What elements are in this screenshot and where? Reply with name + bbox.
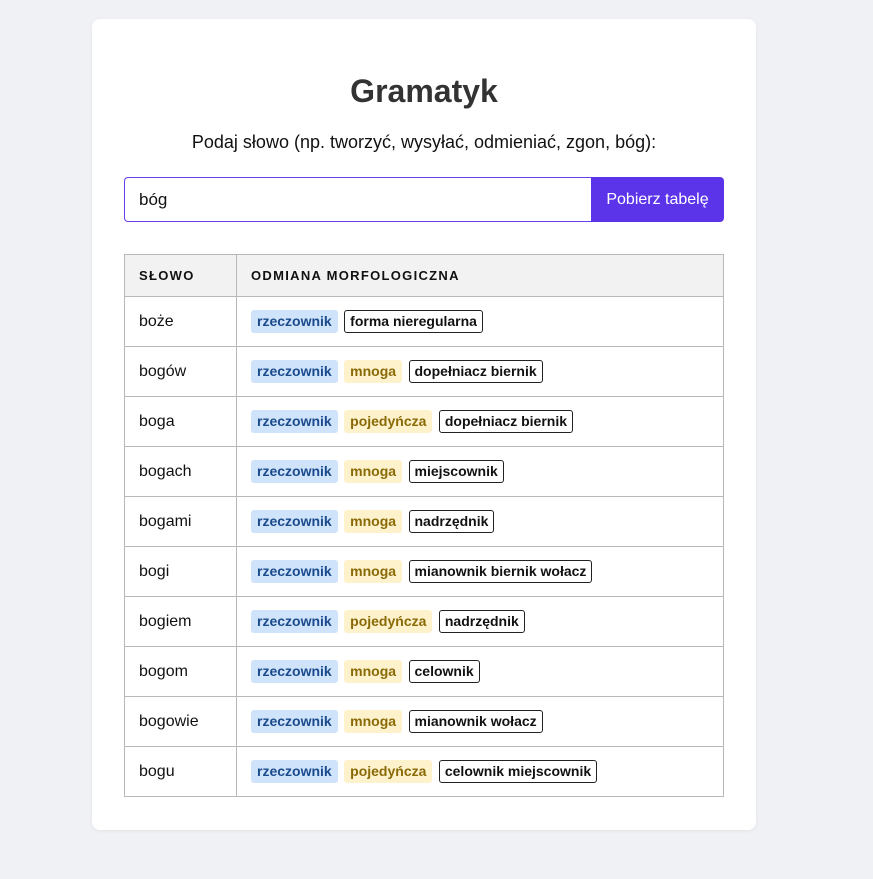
table-body: boże rzeczownik forma nieregularna bogów r… bbox=[124, 296, 724, 797]
search-row: Pobierz tabelę bbox=[124, 177, 724, 222]
pos-tag: rzeczownik bbox=[251, 410, 338, 433]
page-title: Gramatyk bbox=[350, 73, 498, 109]
number-tag: mnoga bbox=[344, 560, 403, 583]
table-row: bogom rzeczownik mnoga celownik bbox=[124, 646, 724, 697]
table-row: boże rzeczownik forma nieregularna bbox=[124, 296, 724, 347]
word-cell: bogu bbox=[124, 746, 237, 797]
number-tag: mnoga bbox=[344, 510, 403, 533]
case-tag: celownik bbox=[408, 660, 480, 683]
table-row: boga rzeczownik pojedyńcza dopełniacz bie… bbox=[124, 396, 724, 447]
number-tag: mnoga bbox=[344, 360, 403, 383]
case-tag: celownik miejscownik bbox=[438, 760, 598, 783]
number-tag: pojedyńcza bbox=[344, 760, 433, 783]
prompt-text: Podaj słowo (np. tworzyć, wysyłać, odmie… bbox=[191, 132, 657, 152]
morphology-cell: rzeczownik pojedyńcza celownik miejscown… bbox=[236, 746, 724, 797]
case-tag: dopełniacz biernik bbox=[438, 410, 573, 433]
table-row: bogi rzeczownik mnoga mianownik biernik w… bbox=[124, 546, 724, 597]
table-row: bogami rzeczownik mnoga nadrzędnik bbox=[124, 496, 724, 547]
table-row: bogach rzeczownik mnoga miejscownik bbox=[124, 446, 724, 497]
word-cell: boga bbox=[124, 396, 237, 447]
case-tag: mianownik biernik wołacz bbox=[408, 560, 593, 583]
word-cell: bogowie bbox=[124, 696, 237, 747]
word-cell: bogach bbox=[124, 446, 237, 497]
morphology-cell: rzeczownik pojedyńcza nadrzędnik bbox=[236, 596, 724, 647]
table-row: bogowie rzeczownik mnoga mianownik wołacz bbox=[124, 696, 724, 747]
pos-tag: rzeczownik bbox=[251, 560, 338, 583]
pos-tag: rzeczownik bbox=[251, 760, 338, 783]
morphology-cell: rzeczownik pojedyńcza dopełniacz biernik bbox=[236, 396, 724, 447]
number-tag: pojedyńcza bbox=[344, 610, 433, 633]
word-cell: bogami bbox=[124, 496, 237, 547]
fetch-table-button[interactable]: Pobierz tabelę bbox=[591, 177, 724, 222]
number-tag: mnoga bbox=[344, 710, 403, 733]
pos-tag: rzeczownik bbox=[251, 510, 338, 533]
morphology-table: SŁOWO ODMIANA MORFOLOGICZNA boże rzeczown… bbox=[124, 254, 724, 797]
case-tag: miejscownik bbox=[408, 460, 504, 483]
header-morphology: ODMIANA MORFOLOGICZNA bbox=[236, 254, 724, 297]
case-tag: nadrzędnik bbox=[408, 510, 495, 533]
main-card: Gramatyk Podaj słowo (np. tworzyć, wysył… bbox=[92, 19, 756, 830]
pos-tag: rzeczownik bbox=[251, 310, 338, 333]
pos-tag: rzeczownik bbox=[251, 360, 338, 383]
word-cell: bogom bbox=[124, 646, 237, 697]
table-row: bogiem rzeczownik pojedyńcza nadrzędnik bbox=[124, 596, 724, 647]
case-tag: mianownik wołacz bbox=[408, 710, 543, 733]
word-cell: boże bbox=[124, 296, 237, 347]
table-header-row: SŁOWO ODMIANA MORFOLOGICZNA bbox=[124, 254, 724, 297]
word-cell: bogi bbox=[124, 546, 237, 597]
case-tag: nadrzędnik bbox=[438, 610, 525, 633]
pos-tag: rzeczownik bbox=[251, 610, 338, 633]
case-tag: dopełniacz biernik bbox=[408, 360, 543, 383]
morphology-cell: rzeczownik forma nieregularna bbox=[236, 296, 724, 347]
number-tag: mnoga bbox=[344, 660, 403, 683]
case-tag: forma nieregularna bbox=[344, 310, 483, 333]
morphology-cell: rzeczownik mnoga nadrzędnik bbox=[236, 496, 724, 547]
morphology-cell: rzeczownik mnoga celownik bbox=[236, 646, 724, 697]
morphology-cell: rzeczownik mnoga mianownik wołacz bbox=[236, 696, 724, 747]
number-tag: mnoga bbox=[344, 460, 403, 483]
word-input[interactable] bbox=[124, 177, 591, 222]
pos-tag: rzeczownik bbox=[251, 460, 338, 483]
word-cell: bogiem bbox=[124, 596, 237, 647]
morphology-cell: rzeczownik mnoga mianownik biernik wołac… bbox=[236, 546, 724, 597]
pos-tag: rzeczownik bbox=[251, 710, 338, 733]
table-row: bogów rzeczownik mnoga dopełniacz biernik bbox=[124, 346, 724, 397]
pos-tag: rzeczownik bbox=[251, 660, 338, 683]
header-word: SŁOWO bbox=[124, 254, 237, 297]
morphology-cell: rzeczownik mnoga dopełniacz biernik bbox=[236, 346, 724, 397]
table-row: bogu rzeczownik pojedyńcza celownik miejs… bbox=[124, 746, 724, 797]
number-tag: pojedyńcza bbox=[344, 410, 433, 433]
morphology-cell: rzeczownik mnoga miejscownik bbox=[236, 446, 724, 497]
word-cell: bogów bbox=[124, 346, 237, 397]
